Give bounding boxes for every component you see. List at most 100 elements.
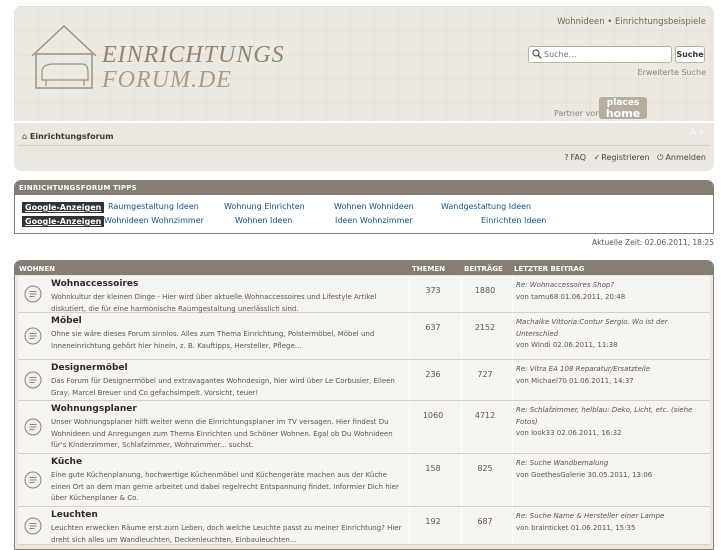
power-icon: ⏻ <box>657 153 664 162</box>
last-post-author[interactable]: von look33 02.06.2011, 16:32 <box>516 428 696 440</box>
column-divider <box>461 401 462 453</box>
topics-count: 192 <box>425 517 441 526</box>
last-post-title[interactable]: Re: Suche Name & Hersteller einer Lampe <box>516 511 696 523</box>
last-post: Re: Wohnaccessoires Shop? von tamu68 01.0… <box>516 280 696 303</box>
forum-title[interactable]: Designermöbel <box>51 363 128 373</box>
posts-count: 727 <box>477 370 493 379</box>
topics-count: 373 <box>425 286 441 295</box>
forum-title[interactable]: Leuchten <box>51 510 98 520</box>
search-icon <box>532 49 542 59</box>
forum-table: WOHNEN THEMEN BEITRÄGE LETZTER BEITRAG W… <box>14 260 714 550</box>
home-icon: ⌂ <box>22 132 28 141</box>
page: EINRICHTUNGS FORUM.DE Wohnideen • Einric… <box>0 0 727 550</box>
column-divider <box>461 454 462 506</box>
faq-link[interactable]: ? FAQ <box>564 153 586 162</box>
ad-row-2: Google-Anzeigen Wohnideen Wohnzimmer Woh… <box>22 216 546 227</box>
register-link[interactable]: ✓Registrieren <box>594 153 650 162</box>
column-divider <box>409 360 410 400</box>
tipps-box: EINRICHTUNGSFORUM TIPPS Google-Anzeigen … <box>14 180 714 234</box>
last-post-title[interactable]: Re: Wohnaccessoires Shop? <box>516 280 696 292</box>
advanced-search-link[interactable]: Erweiterte Suche <box>637 68 706 77</box>
login-link[interactable]: ⏻ Anmelden <box>657 153 706 162</box>
search-input[interactable] <box>544 48 664 61</box>
ad-link[interactable]: Wandgestaltung Ideen <box>441 202 531 211</box>
forum-read-icon <box>24 371 42 389</box>
col-topics: THEMEN <box>412 265 446 273</box>
column-divider <box>409 507 410 544</box>
forum-description: Das Forum für Designermöbel und extravag… <box>51 377 395 397</box>
top-links[interactable]: Wohnideen • Einrichtungsbeispiele <box>557 17 706 27</box>
forum-row[interactable]: Designermöbel Das Forum für Designermöbel… <box>18 360 710 401</box>
forum-title[interactable]: Möbel <box>51 316 82 326</box>
last-post: Re: Suche Name & Hersteller einer Lampe v… <box>516 511 696 534</box>
last-post-author[interactable]: von brainticket 01.06.2011, 15:35 <box>516 523 696 535</box>
forum-description: Leuchten erwecken Räume erst zum Leben, … <box>51 524 402 544</box>
current-time: Aktuelle Zeit: 02.06.2011, 18:25 <box>592 238 714 247</box>
column-divider <box>461 276 462 312</box>
ad-link[interactable]: Wohnen Wohnideen <box>334 202 414 211</box>
forum-description: Wohnkultur der kleinen Dinge - Hier wird… <box>51 293 377 313</box>
forum-row[interactable]: Wohnaccessoires Wohnkultur der kleinen Di… <box>18 276 710 313</box>
forum-description: Unser Wohnungsplaner hilft weiter wenn d… <box>51 418 393 449</box>
checkmark-icon: ✓ <box>593 153 601 162</box>
column-divider <box>409 401 410 453</box>
column-divider <box>512 313 513 359</box>
partner-label: Partner von <box>554 109 601 118</box>
forum-title[interactable]: Küche <box>51 457 82 467</box>
ad-link[interactable]: Einrichten Ideen <box>481 216 546 225</box>
breadcrumb[interactable]: ⌂ Einrichtungsforum <box>22 132 114 141</box>
logo-text-forum[interactable]: FORUM.DE <box>102 67 232 94</box>
forum-description: Eine gute Küchenplanung, hochwertige Küc… <box>51 471 399 502</box>
column-divider <box>409 454 410 506</box>
posts-count: 2152 <box>474 323 496 332</box>
logo-text-einrichtungs[interactable]: EINRICHTUNGS <box>102 42 285 69</box>
forum-description: Ohne sie wäre dieses Forum sinnlos. Alle… <box>51 330 375 350</box>
forum-title[interactable]: Wohnaccessoires <box>51 279 138 289</box>
font-resize-control[interactable]: -A+ <box>686 128 706 138</box>
last-post-author[interactable]: von tamu68 01.06.2011, 20:48 <box>516 292 696 304</box>
last-post-title[interactable]: Machalke Vittoria:Contur Sergio. Wo ist … <box>516 317 696 340</box>
last-post-author[interactable]: von Windi 02.06.2011, 11:38 <box>516 340 696 352</box>
col-posts: BEITRÄGE <box>464 265 503 273</box>
topics-count: 158 <box>425 464 441 473</box>
partner-logo[interactable]: places home <box>599 97 647 119</box>
last-post-title[interactable]: Re: Schlafzimmer, helblau: Deko, Licht, … <box>516 405 696 428</box>
ad-label[interactable]: Google-Anzeigen <box>22 202 105 213</box>
column-divider <box>409 276 410 312</box>
topics-count: 236 <box>425 370 441 379</box>
site-header: EINRICHTUNGS FORUM.DE Wohnideen • Einric… <box>14 6 714 121</box>
ad-link[interactable]: Wohnideen Wohnzimmer <box>104 216 204 225</box>
search-box[interactable] <box>528 46 672 63</box>
partner-logo-line2: home <box>605 107 641 120</box>
column-divider <box>512 360 513 400</box>
forum-read-icon <box>24 327 42 345</box>
last-post-author[interactable]: von Michael70 01.06.2011, 14:37 <box>516 376 696 388</box>
forum-row[interactable]: Wohnungsplaner Unser Wohnungsplaner hilft… <box>18 401 710 454</box>
forum-title[interactable]: Wohnungsplaner <box>51 404 137 414</box>
ad-label[interactable]: Google-Anzeigen <box>22 216 105 227</box>
topics-count: 637 <box>425 323 441 332</box>
forum-row[interactable]: Küche Eine gute Küchenplanung, hochwertig… <box>18 454 710 507</box>
column-divider <box>409 313 410 359</box>
forum-read-icon <box>24 471 42 489</box>
house-logo-icon <box>31 24 97 89</box>
breadcrumb-label: Einrichtungsforum <box>29 132 114 141</box>
ad-link[interactable]: Raumgestaltung Ideen <box>108 202 199 211</box>
search-button[interactable]: Suche <box>675 46 705 63</box>
last-post-author[interactable]: von GoethesGalerie 30.05.2011, 13:06 <box>516 470 696 482</box>
forum-read-icon <box>24 517 42 535</box>
ad-link[interactable]: Wohnung Einrichten <box>224 202 305 211</box>
last-post-title[interactable]: Re: Suche Wandbemalung <box>516 458 696 470</box>
last-post-title[interactable]: Re: Vitra EA 108 Reparatur/Ersatzteile <box>516 364 696 376</box>
forum-row[interactable]: Möbel Ohne sie wäre dieses Forum sinnlos.… <box>18 313 710 360</box>
column-divider <box>512 507 513 544</box>
column-divider <box>512 454 513 506</box>
ad-link[interactable]: Ideen Wohnzimmer <box>335 216 413 225</box>
forum-row[interactable]: Leuchten Leuchten erwecken Räume erst zum… <box>18 507 710 545</box>
topics-count: 1060 <box>422 411 444 420</box>
category-title[interactable]: WOHNEN <box>19 265 55 273</box>
ad-link[interactable]: Wohnen Ideen <box>235 216 292 225</box>
navbar-divider <box>18 145 710 146</box>
user-menu: ? FAQ ✓Registrieren ⏻ Anmelden <box>559 153 706 163</box>
help-icon: ? <box>564 153 569 162</box>
